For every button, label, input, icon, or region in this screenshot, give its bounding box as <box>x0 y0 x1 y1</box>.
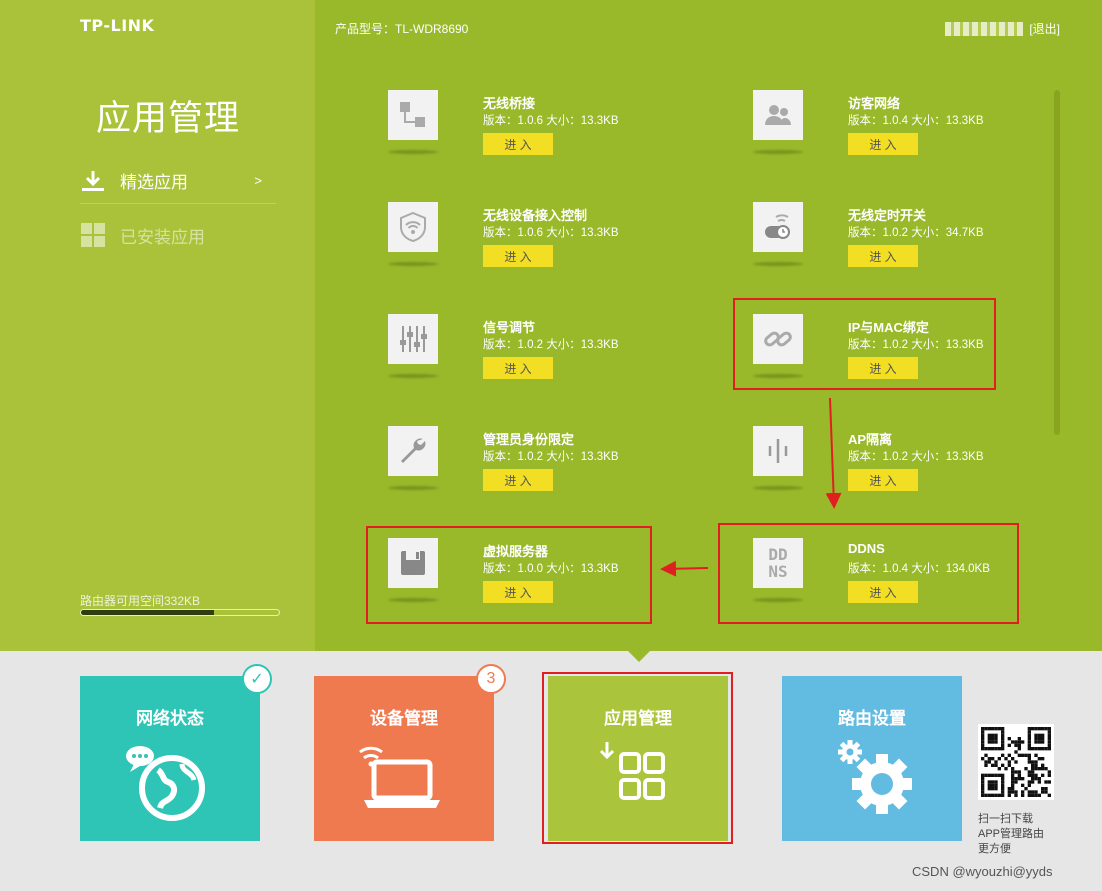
app-name: 无线定时开关 <box>848 208 927 223</box>
storage-label: 路由器可用空间332KB <box>80 594 201 608</box>
tile-device-management[interactable]: 设备管理 <box>314 676 494 841</box>
app-card-guest-network: 访客网络 版本：1.0.4 大小：13.3KB 进 入 <box>753 90 1033 180</box>
app-meta: 版本：1.0.2 大小：13.3KB <box>848 451 984 463</box>
logout-link[interactable]: [退出] <box>1029 20 1060 37</box>
tp-link-logo: TP-LINK <box>80 16 155 35</box>
app-name: 虚拟服务器 <box>483 544 549 559</box>
laptop-wifi-icon <box>314 742 494 812</box>
app-meta: 版本：1.0.2 大小：13.3KB <box>483 451 619 463</box>
tile-router-settings[interactable]: 路由设置 <box>782 676 962 841</box>
apps-grid-icon <box>548 742 728 812</box>
notification-badge: 3 <box>476 664 506 694</box>
app-name: 无线桥接 <box>483 96 536 111</box>
guest-users-icon <box>753 90 803 140</box>
app-card-ip-mac-binding: IP与MAC绑定 版本：1.0.2 大小：13.3KB 进 入 <box>753 314 1033 404</box>
link-icon <box>753 314 803 364</box>
storage-progress-bar <box>80 609 280 616</box>
icon-shadow <box>388 486 438 490</box>
app-meta: 版本：1.0.4 大小：13.3KB <box>848 115 984 127</box>
page-title: 应用管理 <box>96 99 241 139</box>
wrench-icon <box>388 426 438 476</box>
app-name: 无线设备接入控制 <box>483 208 588 223</box>
qr-code-image <box>981 727 1051 797</box>
sidebar-item-featured-apps[interactable]: 精选应用 > <box>80 158 276 204</box>
app-card-virtual-server: 虚拟服务器 版本：1.0.0 大小：13.3KB 进 入 <box>388 538 668 628</box>
ddns-icon: DD NS <box>753 538 803 588</box>
tile-label: 设备管理 <box>370 709 438 728</box>
download-icon <box>80 168 106 194</box>
sidebar-item-label: 精选应用 <box>120 173 188 192</box>
qr-caption-line: APP管理路由 <box>978 828 1045 840</box>
qr-code <box>978 724 1054 800</box>
app-name: 信号调节 <box>483 320 536 335</box>
app-name: 管理员身份限定 <box>483 432 575 447</box>
app-name: AP隔离 <box>848 432 893 447</box>
qr-caption-line: 更方便 <box>978 843 1011 855</box>
app-card-wireless-bridge: 无线桥接 版本：1.0.6 大小：13.3KB 进 入 <box>388 90 668 180</box>
app-list-scrollbar[interactable] <box>1054 90 1060 435</box>
active-tile-pointer <box>628 651 650 662</box>
check-icon: ✓ <box>242 664 272 694</box>
app-card-ap-isolation: AP隔离 版本：1.0.2 大小：13.3KB 进 入 <box>753 426 1033 516</box>
storage-progress-fill <box>81 610 214 615</box>
tile-label: 路由设置 <box>838 709 906 728</box>
icon-shadow <box>753 150 803 154</box>
enter-button[interactable]: 进 入 <box>848 469 918 491</box>
sliders-icon <box>388 314 438 364</box>
tile-app-management[interactable]: 应用管理 <box>548 676 728 841</box>
sidebar-item-label: 已安装应用 <box>120 227 205 247</box>
floppy-icon <box>388 538 438 588</box>
tile-label: 应用管理 <box>604 709 672 728</box>
enter-button[interactable]: 进 入 <box>848 245 918 267</box>
icon-shadow <box>753 598 803 602</box>
app-card-signal-adjust: 信号调节 版本：1.0.2 大小：13.3KB 进 入 <box>388 314 668 404</box>
icon-shadow <box>753 486 803 490</box>
sidebar-item-installed-apps[interactable]: 已安装应用 <box>80 212 276 258</box>
enter-button[interactable]: 进 入 <box>483 133 553 155</box>
bridge-icon <box>388 90 438 140</box>
app-card-admin-restriction: 管理员身份限定 版本：1.0.2 大小：13.3KB 进 入 <box>388 426 668 516</box>
icon-shadow <box>753 374 803 378</box>
app-name: DDNS <box>848 541 885 556</box>
app-meta: 版本：1.0.6 大小：13.3KB <box>483 227 619 239</box>
user-area: [退出] <box>945 20 1060 37</box>
tile-label: 网络状态 <box>136 709 204 728</box>
app-card-wireless-access-control: 无线设备接入控制 版本：1.0.6 大小：13.3KB 进 入 <box>388 202 668 292</box>
grid-icon <box>80 222 106 248</box>
app-card-ddns: DD NS DDNS 版本：1.0.4 大小：134.0KB 进 入 <box>753 538 1033 628</box>
icon-shadow <box>388 598 438 602</box>
enter-button[interactable]: 进 入 <box>848 357 918 379</box>
watermark: CSDN @wyouzhi@yyds <box>912 864 1053 879</box>
qr-caption: 扫一扫下载 APP管理路由 更方便 <box>978 812 1058 857</box>
icon-shadow <box>388 150 438 154</box>
icon-shadow <box>388 374 438 378</box>
enter-button[interactable]: 进 入 <box>483 469 553 491</box>
icon-shadow <box>388 262 438 266</box>
tile-network-status[interactable]: 网络状态 <box>80 676 260 841</box>
app-name: 访客网络 <box>848 96 901 111</box>
enter-button[interactable]: 进 入 <box>848 133 918 155</box>
app-meta: 版本：1.0.2 大小：13.3KB <box>848 339 984 351</box>
app-meta: 版本：1.0.0 大小：13.3KB <box>483 563 619 575</box>
wifi-timer-icon <box>753 202 803 252</box>
icon-shadow <box>753 262 803 266</box>
ap-isolation-icon <box>753 426 803 476</box>
globe-chat-icon <box>80 742 260 822</box>
gears-icon <box>782 738 962 818</box>
model-label: 产品型号：TL-WDR8690 <box>335 22 469 36</box>
app-meta: 版本：1.0.2 大小：34.7KB <box>848 227 984 239</box>
enter-button[interactable]: 进 入 <box>483 581 553 603</box>
app-meta: 版本：1.0.4 大小：134.0KB <box>848 563 990 575</box>
app-card-wireless-timer: 无线定时开关 版本：1.0.2 大小：34.7KB 进 入 <box>753 202 1033 292</box>
chevron-right-icon: > <box>254 173 262 188</box>
app-name: IP与MAC绑定 <box>848 320 929 335</box>
user-name-obscured <box>945 21 1024 36</box>
enter-button[interactable]: 进 入 <box>483 245 553 267</box>
enter-button[interactable]: 进 入 <box>848 581 918 603</box>
wifi-shield-icon <box>388 202 438 252</box>
qr-caption-line: 扫一扫下载 <box>978 813 1033 825</box>
app-meta: 版本：1.0.2 大小：13.3KB <box>483 339 619 351</box>
enter-button[interactable]: 进 入 <box>483 357 553 379</box>
app-meta: 版本：1.0.6 大小：13.3KB <box>483 115 619 127</box>
